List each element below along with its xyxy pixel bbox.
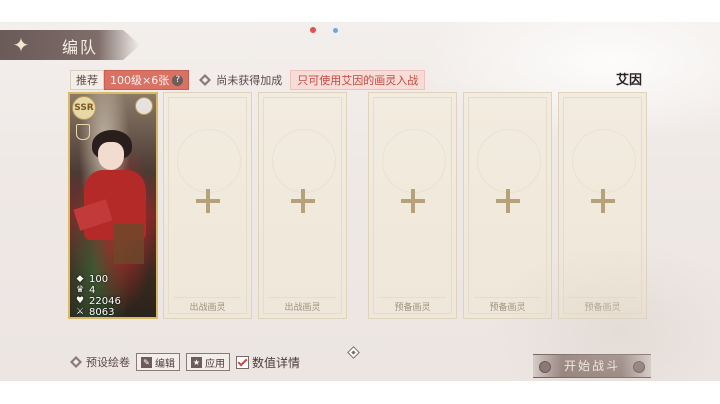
plus-icon: [195, 188, 220, 213]
swords-icon: ⚔: [75, 307, 85, 317]
slot-medallion: [476, 129, 541, 193]
slot-divider: [269, 297, 336, 298]
details-label: 数值详情: [252, 355, 301, 370]
slot-label: 预备画灵: [394, 303, 431, 313]
element-icon: [135, 97, 153, 115]
slot-divider: [474, 297, 541, 298]
character-name: 艾因: [615, 73, 642, 88]
preset-label: 预设绘卷: [86, 356, 130, 369]
edit-label: 编辑: [155, 358, 175, 370]
card-slot-4[interactable]: 预备画灵: [368, 92, 457, 319]
slot-medallion: [571, 129, 636, 193]
slot-medallion: [381, 129, 446, 193]
slot-label: 出战画灵: [284, 303, 321, 313]
details-checkbox[interactable]: [236, 355, 249, 369]
right-ornament-icon: [633, 361, 645, 373]
preset-deck[interactable]: 预设绘卷: [70, 354, 130, 370]
plus-icon: [400, 188, 425, 213]
back-emblem-icon[interactable]: ✦: [8, 32, 34, 58]
attack-value: 8063: [89, 307, 115, 318]
restriction-notice: 只可使用艾因的画灵入战: [290, 70, 426, 90]
slot-label: 预备画灵: [584, 303, 621, 313]
help-icon[interactable]: ?: [172, 74, 184, 86]
bonus-status[interactable]: 尚未获得加成: [199, 72, 282, 88]
stars-value: 4: [89, 285, 96, 296]
recommend-value-text: 100级×6张: [110, 74, 170, 87]
recommend-label: 推荐: [70, 70, 104, 90]
blue-dot-decoration: [333, 28, 338, 33]
bonus-text: 尚未获得加成: [216, 74, 283, 87]
card-slot-2[interactable]: 出战画灵: [163, 92, 252, 319]
bottom-controls: 预设绘卷 ✎ 编辑 ★ 应用 数值详情: [70, 353, 300, 371]
plus-icon: [590, 188, 615, 213]
details-toggle[interactable]: 数值详情: [236, 354, 300, 371]
plus-icon: [495, 188, 520, 213]
info-row: 推荐 100级×6张 ? 尚未获得加成 只可使用艾因的画灵入战: [70, 70, 426, 90]
slot-divider: [174, 297, 241, 298]
edit-icon: ✎: [141, 356, 152, 368]
left-ornament-icon: [539, 361, 551, 373]
slot-divider: [569, 297, 636, 298]
slot-divider: [379, 297, 446, 298]
recommend-value[interactable]: 100级×6张 ?: [104, 70, 190, 90]
start-battle-button[interactable]: 开始战斗: [533, 354, 651, 378]
rarity-badge: SSR: [72, 96, 96, 120]
plus-icon: [290, 188, 315, 213]
card-slot-5[interactable]: 预备画灵: [463, 92, 552, 319]
page-title: 编队: [62, 38, 99, 57]
stars-row: ♛ 4: [75, 285, 121, 296]
heart-icon: ♥: [75, 296, 85, 306]
level-value: 100: [89, 274, 109, 285]
slot-label: 预备画灵: [489, 303, 526, 313]
card-slot-1-filled[interactable]: SSR ◆ 100 ♛ 4 ♥ 22046 ⚔ 8063: [68, 92, 158, 319]
hp-row: ♥ 22046: [75, 296, 121, 307]
level-icon: ◆: [76, 274, 84, 284]
start-battle-label: 开始战斗: [563, 359, 620, 373]
level-row: ◆ 100: [75, 274, 121, 285]
diamond-icon: [199, 74, 212, 86]
apply-label: 应用: [205, 358, 225, 370]
card-stats: ◆ 100 ♛ 4 ♥ 22046 ⚔ 8063: [75, 274, 121, 318]
red-dot-decoration: [310, 27, 316, 33]
apply-button[interactable]: ★ 应用: [186, 353, 230, 371]
card-art-face: [98, 142, 124, 170]
apply-icon: ★: [191, 356, 202, 368]
edit-button[interactable]: ✎ 编辑: [136, 353, 180, 371]
hp-value: 22046: [89, 296, 121, 307]
star-icon: ♛: [75, 285, 85, 295]
slot-medallion: [176, 129, 241, 193]
game-screen: ✦ 编队 推荐 100级×6张 ? 尚未获得加成 只可使用艾因的画灵入战 艾因 …: [0, 22, 720, 381]
card-art-tassel: [114, 224, 144, 264]
slot-medallion: [271, 129, 336, 193]
card-slot-6[interactable]: 预备画灵: [558, 92, 647, 319]
diamond-icon: [70, 356, 82, 368]
card-slot-3[interactable]: 出战画灵: [258, 92, 347, 319]
shield-icon: [76, 124, 90, 140]
page-indicator: [347, 346, 360, 359]
attack-row: ⚔ 8063: [75, 307, 121, 318]
slot-label: 出战画灵: [189, 303, 226, 313]
